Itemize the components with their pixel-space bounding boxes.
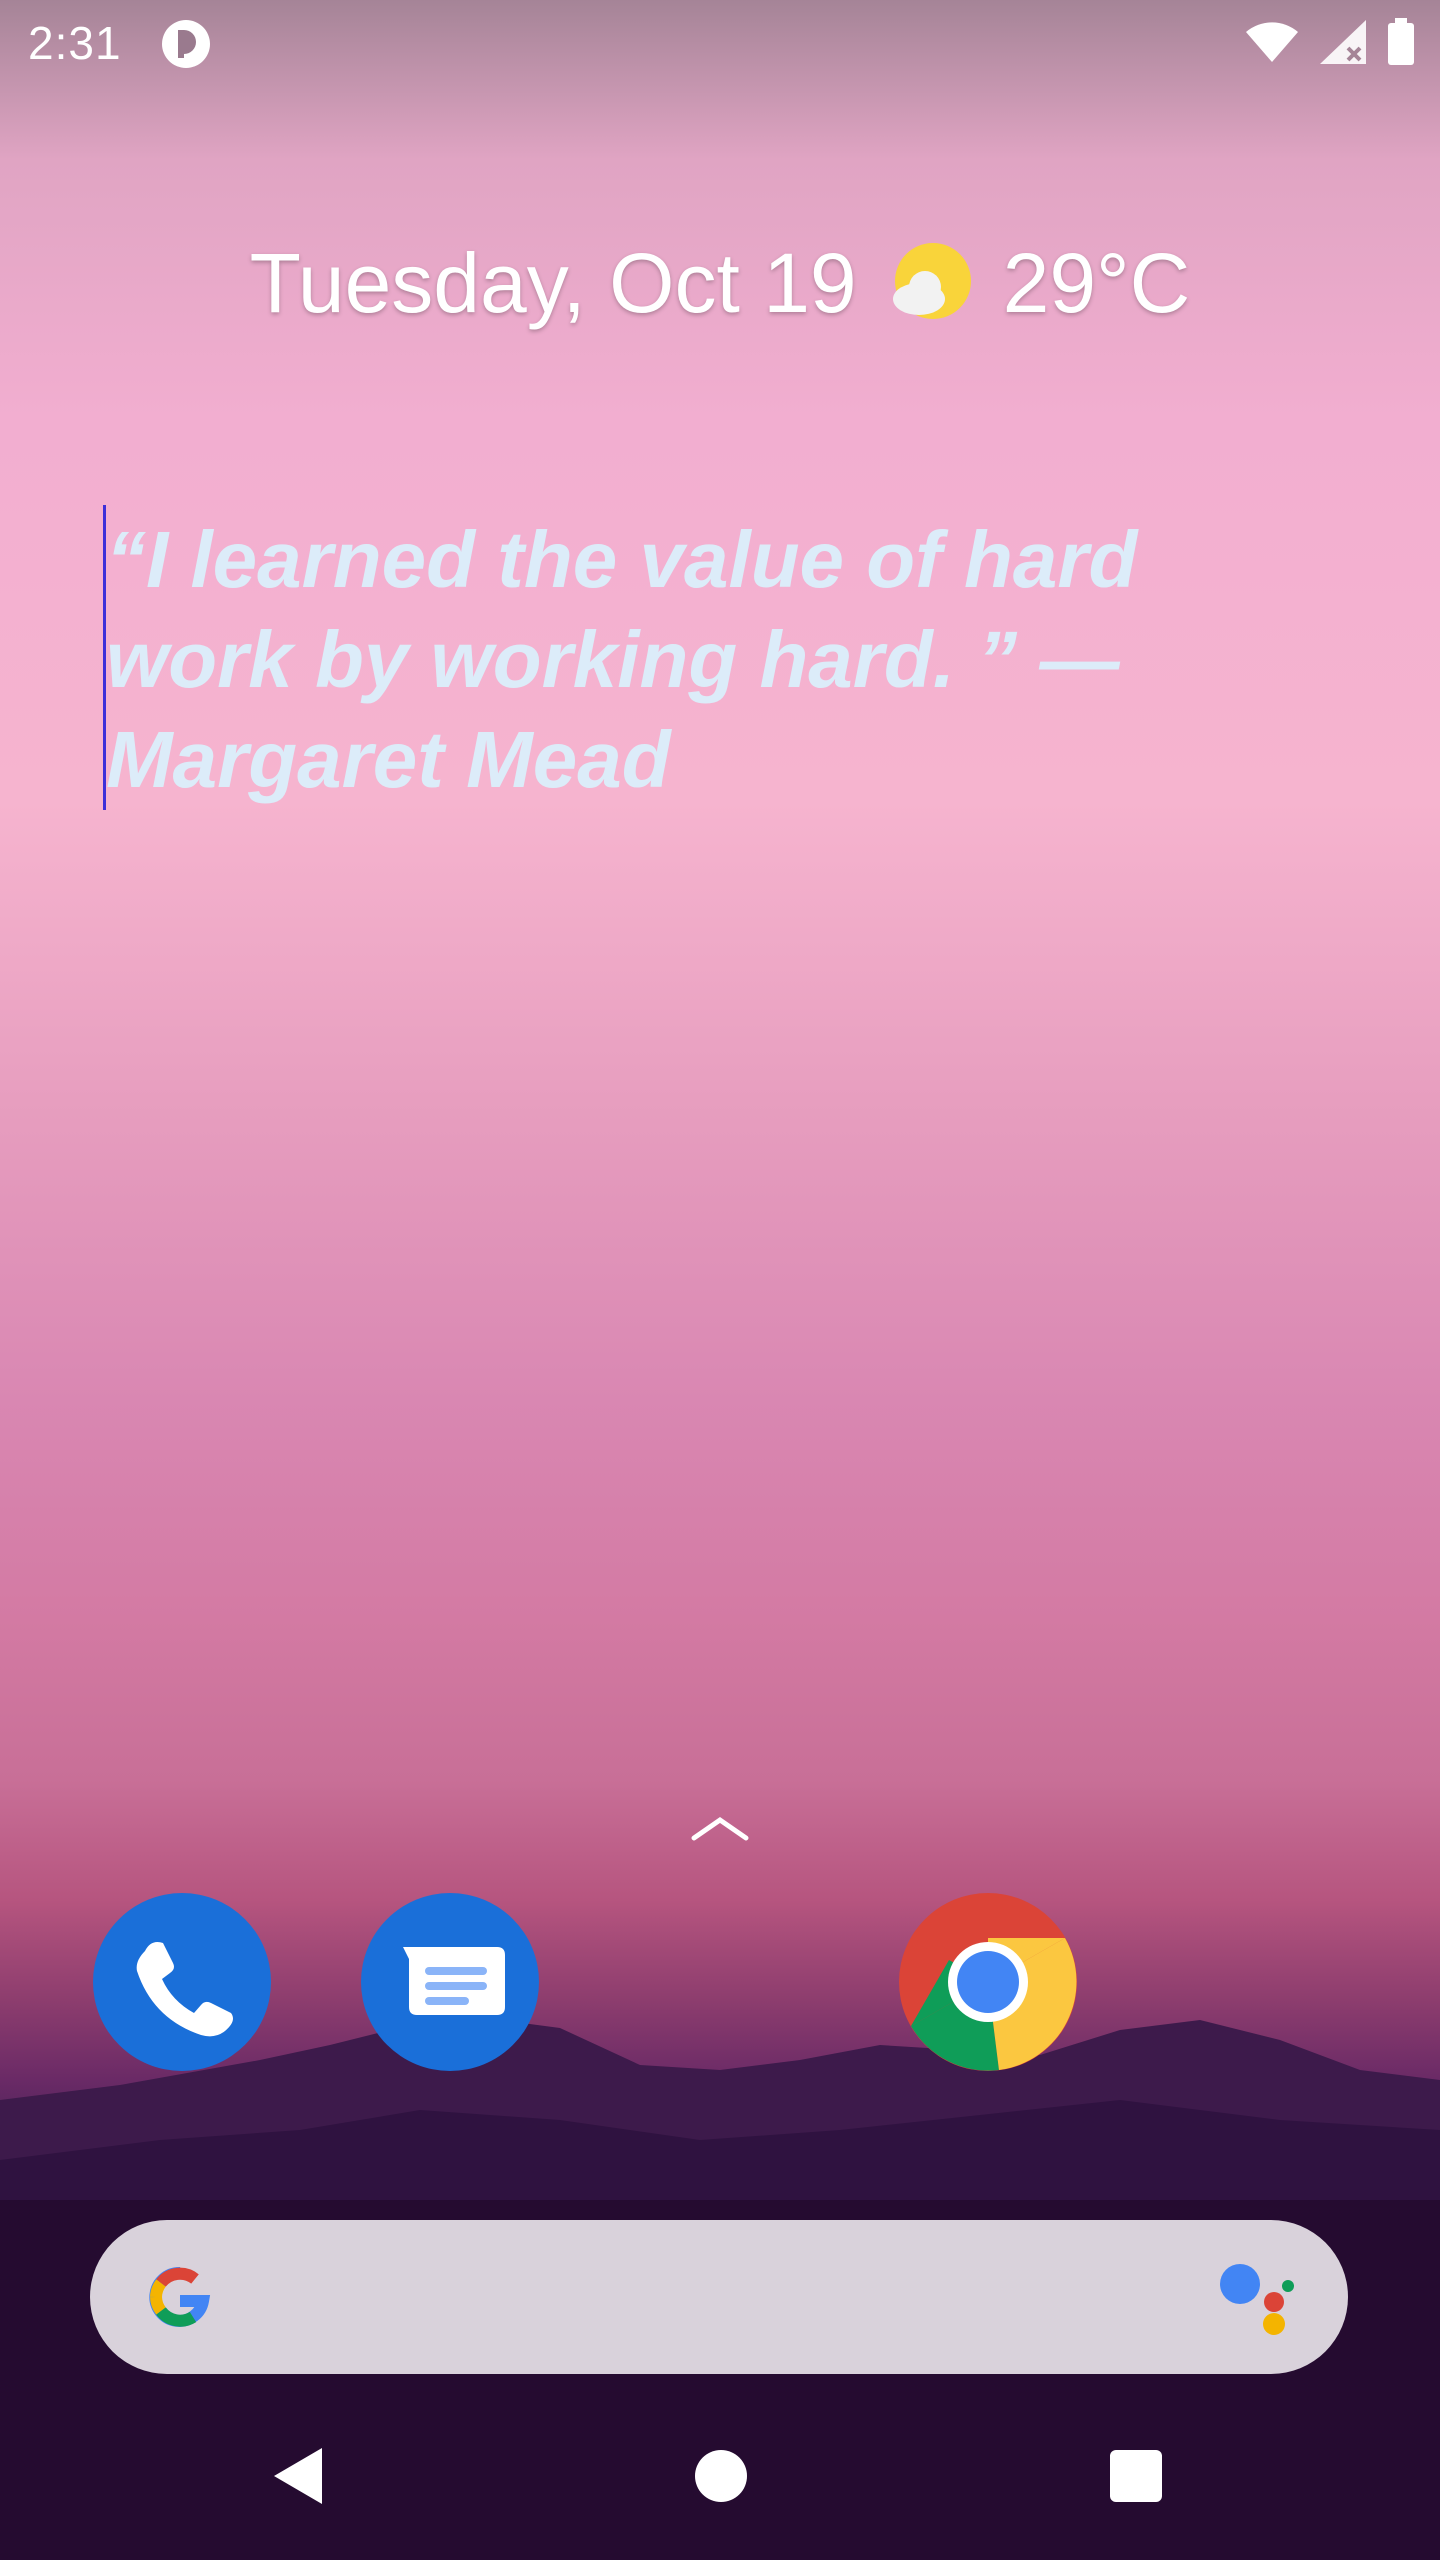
wifi-icon bbox=[1246, 22, 1298, 62]
app-drawer-arrow-icon[interactable] bbox=[690, 1812, 750, 1844]
chrome-icon bbox=[899, 1893, 1077, 2071]
back-icon[interactable] bbox=[270, 2444, 326, 2508]
chrome-app-icon[interactable] bbox=[899, 1893, 1077, 2071]
status-time: 2:31 bbox=[28, 17, 122, 69]
messages-icon bbox=[403, 1947, 505, 2015]
quote-widget-text[interactable]: “I learned the value of hard work by wor… bbox=[106, 510, 1336, 810]
at-a-glance-widget[interactable]: Tuesday, Oct 19 29°C bbox=[0, 235, 1440, 332]
partly-cloudy-icon bbox=[892, 242, 971, 319]
home-icon[interactable] bbox=[695, 2450, 747, 2502]
status-icons bbox=[1244, 16, 1416, 68]
status-bar: 2:31 bbox=[0, 0, 1440, 84]
navigation-bar bbox=[0, 2400, 1440, 2560]
google-search-bar[interactable] bbox=[90, 2220, 1348, 2374]
google-assistant-icon[interactable] bbox=[1218, 2260, 1298, 2340]
recents-icon[interactable] bbox=[1110, 2450, 1162, 2502]
notification-app-icon bbox=[162, 20, 210, 68]
phone-icon bbox=[136, 1942, 233, 2037]
messages-app-icon[interactable] bbox=[361, 1893, 539, 2071]
date-text[interactable]: Tuesday, Oct 19 bbox=[250, 235, 857, 332]
google-g-icon bbox=[149, 2266, 211, 2327]
phone-app-icon[interactable] bbox=[93, 1893, 271, 2071]
cellular-no-signal-icon bbox=[1320, 20, 1366, 64]
temperature-text[interactable]: 29°C bbox=[1003, 235, 1191, 332]
battery-icon bbox=[1388, 18, 1414, 65]
